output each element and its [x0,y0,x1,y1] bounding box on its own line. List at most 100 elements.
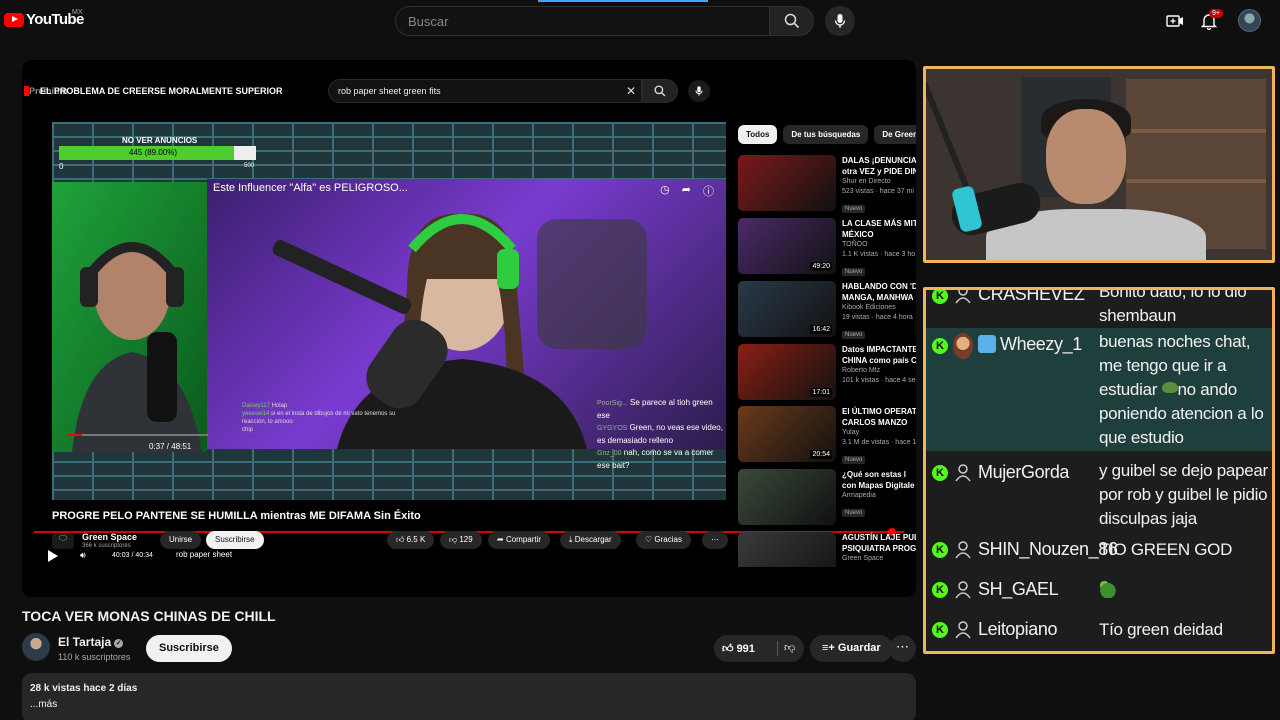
frog-emote-icon [1099,580,1117,598]
related-video-channel[interactable]: Green Space [842,554,916,564]
related-video-channel[interactable]: Shur en Directo [842,177,916,187]
channel-avatar[interactable] [22,633,50,661]
chip-from-searches[interactable]: De tus búsquedas [783,125,869,144]
inner-play-icon[interactable] [48,550,58,562]
reacted-video-time: 0:37 / 48:51 [149,442,192,451]
inner-more-button[interactable]: ⋯ [702,531,728,549]
reacted-video-progress[interactable] [68,434,208,436]
kick-badge-icon: K [932,465,948,481]
chat-username[interactable]: MujerGorda [978,462,1069,483]
inner-search-chip[interactable]: rob paper sheet [176,550,232,559]
description-more-link[interactable]: ...más [30,699,908,710]
mini-chat-text: Holap [271,403,288,409]
search-button[interactable] [769,6,814,36]
like-count: 991 [736,643,755,655]
related-video-item[interactable]: 17:01 Datos IMPACTANTE CHINA como país C Ro… [738,344,916,402]
related-video-title-line2[interactable]: CHINA como país C [842,355,916,366]
related-video-thumbnail[interactable] [738,155,836,211]
related-video-info: Datos IMPACTANTE CHINA como país C Roberto… [842,344,916,386]
related-video-title[interactable]: ¿Qué son estas l [842,469,916,480]
inner-clear-search-icon[interactable]: ✕ [626,84,636,98]
thumbs-up-icon: 👍︎ [722,643,737,655]
chat-username[interactable]: SHIN_Nouzen_86 [978,539,1118,560]
related-video-title[interactable]: AGUSTÍN LAJE PUL [842,532,916,543]
inner-video-player[interactable]: NO VER ANUNCIOS 445 (89.00%) 0 500 Este … [52,122,726,500]
related-video-title[interactable]: HABLANDO CON 'D [842,281,916,292]
related-video-channel[interactable]: Yulay [842,428,916,438]
search-box [395,6,770,36]
inner-like-button[interactable]: 👍︎ 6.5 K [387,531,435,549]
related-video-title-line2[interactable]: MÉXICO [842,229,916,240]
inner-channel-logo[interactable]: ⬭ [52,533,74,549]
related-video-item[interactable]: ¿Qué son estas l con Mapas Digitale Armape… [738,469,916,527]
chat-username[interactable]: SH_GAEL [978,579,1059,600]
related-video-item[interactable]: 16:42 HABLANDO CON 'D MANGA, MANHWA Kibook … [738,281,916,339]
mini-chat-line: Daisey117 Holap [242,402,412,410]
user-icon [955,621,971,639]
chat-username[interactable]: Leitopiano [978,619,1057,640]
related-video-item[interactable]: 49:20 LA CLASE MÁS MIT MÉXICO TOÑOO 1.1 K vi… [738,218,916,276]
inner-search-button[interactable] [642,79,678,103]
inner-thanks-icon: ♡ [645,535,655,544]
related-video-title[interactable]: DALAS ¡DENUNCIA... [842,155,916,166]
inner-dislike-button[interactable]: 👎︎ 129 [440,531,482,549]
inner-subscribe-button[interactable]: Suscribirse [206,531,264,549]
related-video-item[interactable]: DALAS ¡DENUNCIA... otra VEZ y PIDE DIN Shu… [738,155,916,213]
related-video-thumbnail[interactable]: 16:42 [738,281,836,337]
chat-username[interactable]: CRASHEVEZ [978,290,1085,305]
inner-join-button[interactable]: Unirse [160,531,202,549]
inner-current-time: 40:03 / 40:34 [112,552,153,559]
related-video-title-line2[interactable]: con Mapas Digitale [842,480,916,491]
create-button[interactable] [1165,11,1185,31]
top-bar: YouTube MX 9+ [0,0,1280,42]
inner-search-field[interactable]: rob paper sheet green fits [328,79,642,103]
chip-all[interactable]: Todos [738,125,778,144]
inner-share-icon: ➦ [497,535,506,544]
webcam-shelf-board [1126,179,1266,183]
chip-from-channel[interactable]: De Green Sp [874,125,916,144]
account-avatar[interactable] [1238,9,1261,32]
chat-text [1099,578,1271,602]
dislike-button[interactable]: 👎︎ [784,641,795,654]
youtube-logo-icon [4,12,24,27]
voice-search-button[interactable] [825,6,855,36]
kick-badge-icon: K [932,582,948,598]
save-button[interactable]: ≡+ Guardar [810,635,893,662]
related-video-channel[interactable]: Armapedia [842,491,916,501]
related-video-channel[interactable]: TOÑOO [842,240,916,250]
description-box[interactable]: 28 k vistas hace 2 días ...más [22,673,916,720]
chat-username[interactable]: Wheezy_1 [1000,334,1082,355]
subscribe-button[interactable]: Suscribirse [146,635,232,662]
inner-share-button[interactable]: ➦ Compartir [488,531,551,549]
related-video-title-line2[interactable]: MANGA, MANHWA [842,292,916,303]
chat-text: Bonito dato, lo lo dio shembaun [1099,287,1247,325]
related-video-title-line2[interactable]: PSIQUIATRA PROGR [842,543,916,554]
inner-channel-name[interactable]: Green Space [82,532,137,542]
youtube-logo[interactable]: YouTube MX [4,9,84,28]
kick-badge-icon: K [932,622,948,638]
search-input[interactable] [396,7,769,35]
live-chat-user: PoorSig... [597,400,628,407]
related-video-title-line2[interactable]: CARLOS MANZO [842,417,916,428]
inner-voice-search-button[interactable] [688,80,710,102]
related-video-thumbnail[interactable] [738,469,836,525]
related-video-thumbnail[interactable]: 49:20 [738,218,836,274]
related-video-thumbnail[interactable]: 17:01 [738,344,836,400]
inner-download-button[interactable]: ⤓ Descargar [560,531,621,549]
related-video-channel[interactable]: Kibook Ediciones [842,303,916,313]
more-actions-button[interactable]: ⋯ [889,635,916,662]
channel-name[interactable]: El Tartaja ✓ [58,635,124,649]
related-video-channel[interactable]: Roberto Mtz [842,366,916,376]
chat-message: K SHIN_Nouzen_86 TIO GREEN GOD [926,536,1272,566]
inner-volume-icon[interactable]: 🔊︎ [80,550,86,561]
related-video-title-line2[interactable]: otra VEZ y PIDE DIN [842,166,916,177]
related-video-item[interactable]: 20:54 El ÚLTIMO OPERATI CARLOS MANZO Yulay 3… [738,406,916,464]
like-button[interactable]: 👍︎ 991 [722,642,755,655]
related-video-title[interactable]: LA CLASE MÁS MIT [842,218,916,229]
related-video-title[interactable]: Datos IMPACTANTE [842,344,916,355]
thumbs-down-icon: 👎︎ [784,642,796,654]
related-video-thumbnail[interactable]: 20:54 [738,406,836,462]
mini-chat-text: chip [242,427,254,433]
inner-thanks-button[interactable]: ♡ Gracias [636,531,691,549]
related-video-title[interactable]: El ÚLTIMO OPERATI [842,406,916,417]
